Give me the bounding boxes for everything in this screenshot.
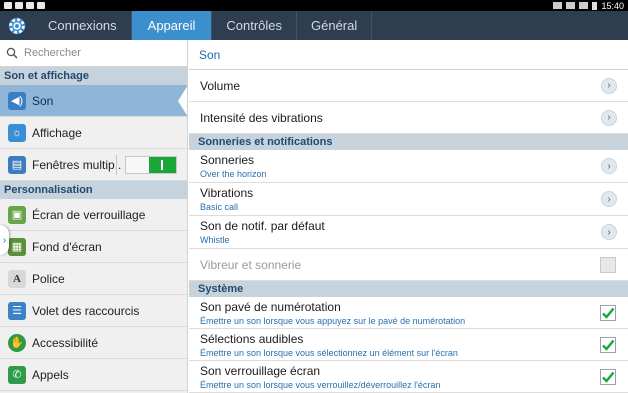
- vibrate-ring-checkbox[interactable]: [600, 256, 616, 273]
- settings-panel: Son Volume › Intensité des vibrations › …: [189, 40, 628, 393]
- checkmark-icon: [602, 339, 615, 351]
- selection-pointer: [178, 85, 187, 117]
- audible-selection-checkbox[interactable]: [600, 336, 616, 353]
- sidebar-item-fond-ecran[interactable]: ▦ Fond d'écran: [0, 231, 187, 263]
- section-sonneries-notifications: Sonneries et notifications: [189, 134, 628, 150]
- setting-label: Intensité des vibrations: [200, 110, 323, 125]
- setting-vibrate-and-ring[interactable]: Vibreur et sonnerie: [189, 249, 628, 281]
- sidebar: Rechercher Son et affichage ◀) Son ☼ Aff…: [0, 40, 188, 393]
- keypad-sound-checkbox[interactable]: [600, 304, 616, 321]
- sidebar-item-label: Fond d'écran: [32, 239, 102, 254]
- chevron-right-icon: ›: [601, 191, 617, 207]
- status-bar: 15:40: [0, 0, 628, 11]
- chevron-right-icon: ›: [2, 234, 7, 246]
- tab-general[interactable]: Général: [297, 11, 373, 40]
- setting-vibration-intensity[interactable]: Intensité des vibrations ›: [189, 102, 628, 134]
- shortcuts-icon: ☰: [8, 301, 26, 320]
- search-placeholder: Rechercher: [24, 47, 81, 59]
- search-icon: [6, 47, 18, 59]
- setting-lockscreen-sound[interactable]: Son verrouillage écran Émettre un son lo…: [189, 361, 628, 393]
- lockscreen-sound-checkbox[interactable]: [600, 368, 616, 385]
- accessibility-icon: ✋: [8, 333, 26, 352]
- sidebar-item-label: Son: [32, 93, 54, 108]
- setting-value: Whistle: [200, 235, 230, 245]
- clock: 15:40: [601, 0, 624, 11]
- multiwindow-icon: ▤: [8, 155, 26, 174]
- page-title: Son: [189, 40, 628, 70]
- setting-default-notification-sound[interactable]: Son de notif. par défaut Whistle ›: [189, 216, 628, 249]
- sidebar-item-volet-raccourcis[interactable]: ☰ Volet des raccourcis: [0, 295, 187, 327]
- signal-icon: [579, 2, 589, 9]
- setting-value: Basic call: [200, 202, 239, 212]
- setting-label: Volume: [200, 78, 241, 93]
- sidebar-item-label: Police: [32, 271, 65, 286]
- phone-icon: ✆: [8, 365, 26, 384]
- sidebar-item-fenetres-multiples[interactable]: ▤ Fenêtres multip..: [0, 149, 187, 181]
- mute-icon: [553, 2, 563, 9]
- check-notification-icon: [26, 2, 34, 9]
- wallpaper-icon: ▦: [8, 237, 26, 256]
- sidebar-item-label: Fenêtres multip..: [32, 157, 122, 172]
- play-notification-icon: [37, 2, 45, 9]
- chevron-right-icon: ›: [601, 77, 617, 94]
- tab-controles[interactable]: Contrôles: [212, 11, 297, 40]
- setting-description: Émettre un son lorsque vous appuyez sur …: [200, 315, 466, 326]
- sidebar-item-son[interactable]: ◀) Son: [0, 85, 187, 117]
- setting-label: Son de notif. par défaut: [200, 219, 325, 233]
- setting-description: Émettre un son lorsque vous verrouillez/…: [200, 379, 441, 390]
- settings-tab-bar: Connexions Appareil Contrôles Général: [0, 11, 628, 40]
- setting-sonneries[interactable]: Sonneries Over the horizon ›: [189, 150, 628, 183]
- search-input[interactable]: Rechercher: [0, 40, 187, 67]
- sidebar-item-label: Volet des raccourcis: [32, 303, 140, 318]
- brightness-icon: ☼: [8, 123, 26, 142]
- lockscreen-icon: ▣: [8, 205, 26, 224]
- battery-icon: [592, 1, 598, 10]
- chevron-right-icon: ›: [601, 109, 617, 126]
- speaker-icon: ◀): [8, 91, 26, 110]
- setting-label: Vibreur et sonnerie: [200, 257, 302, 272]
- tab-connexions[interactable]: Connexions: [34, 11, 132, 40]
- setting-keypad-sound[interactable]: Son pavé de numérotation Émettre un son …: [189, 297, 628, 329]
- sidebar-item-label: Écran de verrouillage: [32, 207, 146, 222]
- sidebar-item-appels[interactable]: ✆ Appels: [0, 359, 187, 391]
- notification-icon: [4, 2, 12, 9]
- sidebar-item-ecran-verrouillage[interactable]: ▣ Écran de verrouillage: [0, 199, 187, 231]
- font-icon: A: [8, 269, 26, 288]
- setting-value: Over the horizon: [200, 169, 267, 179]
- checkmark-icon: [602, 307, 615, 319]
- chevron-right-icon: ›: [601, 224, 617, 240]
- setting-label: Son pavé de numérotation: [200, 299, 341, 314]
- sidebar-item-label: Appels: [32, 367, 69, 382]
- divider: [116, 155, 117, 175]
- tab-appareil[interactable]: Appareil: [131, 11, 213, 40]
- sidebar-item-label: Accessibilité: [32, 335, 99, 350]
- setting-label: Sélections audibles: [200, 331, 304, 346]
- sidebar-item-label: Affichage: [32, 125, 82, 140]
- section-systeme: Système: [189, 281, 628, 297]
- setting-vibrations[interactable]: Vibrations Basic call ›: [189, 183, 628, 216]
- sidebar-section-personnalisation: Personnalisation: [0, 181, 187, 199]
- chevron-right-icon: ›: [601, 158, 617, 174]
- setting-volume[interactable]: Volume ›: [189, 70, 628, 102]
- multiwindow-toggle[interactable]: [125, 156, 177, 174]
- checkmark-icon: [602, 371, 615, 383]
- setting-description: Émettre un son lorsque vous sélectionnez…: [200, 347, 458, 358]
- wifi-icon: [566, 2, 576, 9]
- drawer-handle[interactable]: ›: [0, 225, 9, 255]
- setting-audible-selections[interactable]: Sélections audibles Émettre un son lorsq…: [189, 329, 628, 361]
- setting-label: Sonneries: [200, 153, 255, 167]
- setting-label: Vibrations: [200, 186, 254, 200]
- setting-label: Son verrouillage écran: [200, 363, 321, 378]
- settings-gear-icon[interactable]: [0, 11, 34, 40]
- sidebar-item-affichage[interactable]: ☼ Affichage: [0, 117, 187, 149]
- sidebar-section-son-et-affichage: Son et affichage: [0, 67, 187, 85]
- sidebar-item-accessibilite[interactable]: ✋ Accessibilité: [0, 327, 187, 359]
- sidebar-item-police[interactable]: A Police: [0, 263, 187, 295]
- image-notification-icon: [15, 2, 23, 9]
